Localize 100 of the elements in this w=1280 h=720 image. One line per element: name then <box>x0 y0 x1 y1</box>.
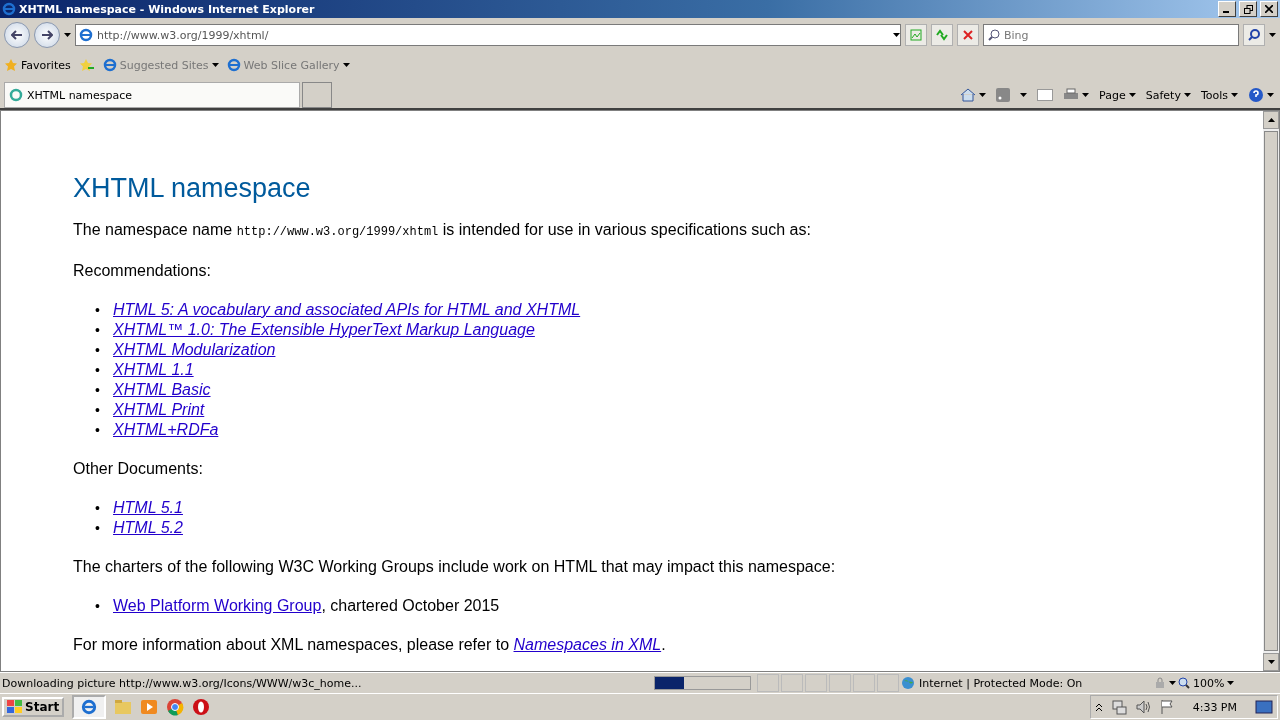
restore-icon <box>1243 4 1253 14</box>
footer-paragraph: For more information about XML namespaces, please refer to Namespaces in XML. <box>73 635 667 655</box>
favorites-button[interactable]: Favorites <box>4 58 71 72</box>
section-heading: The charters of the following W3C Working Groups include work on HTML that may impact this namespace: <box>73 557 837 577</box>
scroll-up-button[interactable] <box>1263 111 1279 129</box>
home-icon <box>960 88 977 102</box>
bullet: • <box>95 361 101 380</box>
windows-logo-icon <box>7 700 23 714</box>
triangle-down-icon <box>1267 660 1275 664</box>
charter-date: , chartered October 2015 <box>321 596 500 615</box>
document-link[interactable]: XHTML Print <box>113 400 205 419</box>
home-button[interactable] <box>960 88 987 102</box>
status-text: Downloading picture http://www.w3.org/Icons/WWW/w3c_home... <box>1 676 363 690</box>
help-button[interactable] <box>1248 87 1274 103</box>
mail-icon <box>1037 89 1054 101</box>
bullet: • <box>95 499 101 518</box>
start-button[interactable]: Start <box>2 697 65 717</box>
bullet: • <box>95 421 101 440</box>
scroll-thumb[interactable] <box>1264 131 1278 651</box>
caret-icon <box>1227 681 1235 685</box>
caret-icon <box>1082 93 1090 97</box>
document-link[interactable]: XHTML 1.1 <box>113 360 194 379</box>
search-icon <box>988 29 1000 41</box>
bullet: • <box>95 401 101 420</box>
page-heading: XHTML namespace <box>73 173 312 204</box>
browser-icon <box>79 28 93 42</box>
command-menu[interactable]: Safety <box>1145 88 1191 102</box>
lock-icon <box>1153 677 1167 689</box>
bullet: • <box>95 301 101 320</box>
document-link[interactable]: HTML 5.1 <box>113 498 183 517</box>
browser-icon <box>2 2 16 16</box>
document-link[interactable]: XHTML™ 1.0: The Extensible HyperText Markup Language <box>113 320 535 339</box>
close-button[interactable] <box>1260 1 1278 17</box>
printer-icon <box>1063 88 1080 102</box>
zoom-control[interactable]: 100% <box>1178 676 1258 690</box>
magnifier-icon <box>1178 677 1190 689</box>
document-link[interactable]: Web Platform Working Group <box>113 596 322 615</box>
caret-icon <box>1269 33 1276 37</box>
speaker-icon <box>1134 699 1151 715</box>
minimize-button[interactable] <box>1218 1 1236 17</box>
document-link[interactable]: XHTML Modularization <box>113 340 276 359</box>
search-icon <box>1248 29 1260 41</box>
scroll-down-button[interactable] <box>1263 653 1279 671</box>
back-button[interactable] <box>4 22 30 48</box>
caret-icon <box>1183 93 1191 97</box>
folder-icon <box>114 699 133 715</box>
x-icon <box>963 30 973 40</box>
browser-icon <box>102 58 117 72</box>
triangle-up-icon <box>1267 118 1275 122</box>
arrow-left-icon <box>11 30 23 40</box>
chrome-icon <box>166 698 185 716</box>
caret-icon <box>1169 681 1176 685</box>
status-pane <box>829 674 851 692</box>
command-menu[interactable]: Tools <box>1200 88 1238 102</box>
caret-icon <box>979 93 987 97</box>
add-favorite-icon <box>78 58 95 72</box>
bullet: • <box>95 597 101 616</box>
section-heading: Recommendations: <box>73 261 212 281</box>
document-link[interactable]: HTML 5.2 <box>113 518 183 537</box>
browser-icon <box>226 58 241 72</box>
forward-button[interactable] <box>34 22 60 48</box>
arrow-right-icon <box>41 30 53 40</box>
clock[interactable]: 4:33 PM <box>1182 700 1247 714</box>
command-menu[interactable]: Page <box>1099 88 1136 102</box>
status-pane <box>757 674 779 692</box>
chevron-up-icon <box>1094 702 1103 712</box>
refresh-icon <box>935 29 949 41</box>
stop-button[interactable] <box>957 24 979 46</box>
namespaces-link[interactable]: Namespaces in XML <box>513 636 662 653</box>
browser-tab[interactable]: XHTML namespace <box>4 82 300 108</box>
loading-icon <box>9 88 23 102</box>
flag-icon <box>1158 699 1175 715</box>
caret-icon <box>211 63 219 67</box>
document-link[interactable]: XHTML+RDFa <box>113 420 219 439</box>
search-button[interactable] <box>1243 24 1265 46</box>
section-heading: Other Documents: <box>73 459 204 479</box>
print-button[interactable] <box>1063 88 1090 102</box>
window-title: XHTML namespace - Windows Internet Explorer <box>19 2 316 16</box>
address-field[interactable]: http://www.w3.org/1999/xhtml/ <box>75 24 901 46</box>
search-field[interactable]: Bing <box>983 24 1239 46</box>
document-link[interactable]: HTML 5: A vocabulary and associated APIs for HTML and XHTML <box>113 300 581 319</box>
intro-paragraph: The namespace name http://www.w3.org/1999/xhtml is intended for use in various specifications such as: <box>73 220 812 241</box>
page-icon <box>910 29 922 41</box>
caret-icon <box>1128 93 1136 97</box>
globe-icon <box>901 676 915 690</box>
caret-icon <box>1020 93 1028 97</box>
caret-icon <box>64 33 71 37</box>
taskbar-browser-button[interactable] <box>72 695 107 719</box>
caret-icon <box>893 33 900 37</box>
show-desktop-icon <box>1255 699 1273 715</box>
document-link[interactable]: XHTML Basic <box>113 380 211 399</box>
vertical-scrollbar[interactable] <box>1263 111 1279 671</box>
bullet: • <box>95 341 101 360</box>
caret-icon <box>342 63 350 67</box>
browser-icon <box>81 699 98 715</box>
restore-button[interactable] <box>1239 1 1257 17</box>
status-pane <box>853 674 875 692</box>
refresh-button[interactable] <box>931 24 953 46</box>
caret-icon <box>1231 93 1238 97</box>
bullet: • <box>95 381 101 400</box>
